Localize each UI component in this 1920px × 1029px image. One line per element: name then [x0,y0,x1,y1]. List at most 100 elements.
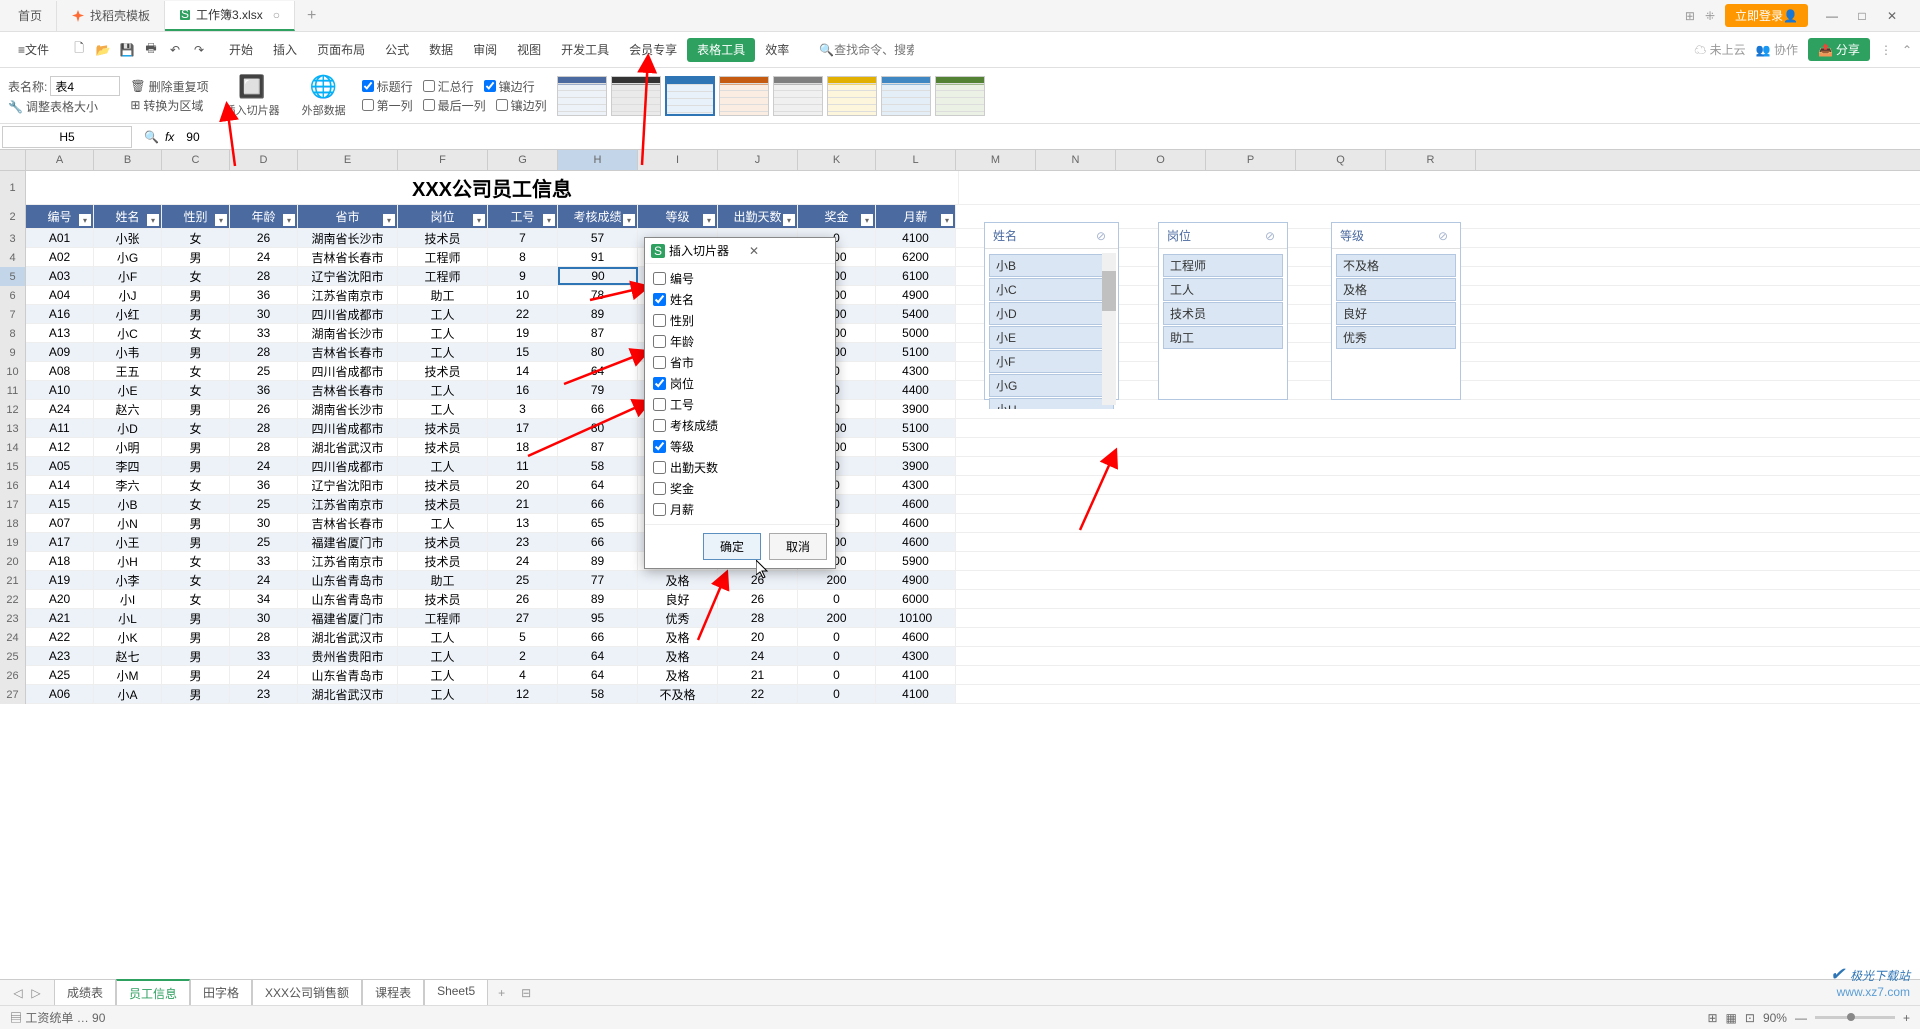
table-cell[interactable]: 女 [162,267,230,285]
slicer-item[interactable]: 小H [989,398,1114,409]
table-cell[interactable]: 福建省厦门市 [298,609,398,627]
coop-button[interactable]: 👥 协作 [1756,41,1798,58]
table-cell[interactable]: 男 [162,438,230,456]
table-cell[interactable]: 湖北省武汉市 [298,438,398,456]
table-cell[interactable]: 58 [558,457,638,475]
tab-add[interactable]: + [488,982,515,1004]
table-cell[interactable]: 17 [488,419,558,437]
slicer-item[interactable]: 优秀 [1336,326,1456,349]
table-header[interactable]: 等级▾ [638,205,718,228]
table-cell[interactable]: 34 [230,590,298,608]
table-cell[interactable]: 工人 [398,457,488,475]
table-cell[interactable]: 2 [488,647,558,665]
table-cell[interactable]: 工人 [398,324,488,342]
slicer-item[interactable]: 不及格 [1336,254,1456,277]
table-cell[interactable]: 工人 [398,647,488,665]
table-cell[interactable]: 4100 [876,666,956,684]
dialog-checkbox-item[interactable]: 岗位 [649,373,831,394]
table-cell[interactable]: 4300 [876,362,956,380]
menu-data[interactable]: 数据 [419,32,463,68]
row-header[interactable]: 23 [0,609,26,628]
table-cell[interactable]: 64 [558,476,638,494]
row-header[interactable]: 15 [0,457,26,476]
clear-filter-icon[interactable]: ⊘ [1438,229,1452,243]
style-preview[interactable] [719,76,769,116]
table-cell[interactable]: 24 [230,666,298,684]
table-cell[interactable]: 工人 [398,343,488,361]
cb-total[interactable]: 汇总行 [423,78,474,95]
row-header[interactable]: 13 [0,419,26,438]
row-header[interactable]: 27 [0,685,26,704]
table-cell[interactable]: 4100 [876,229,956,247]
table-cell[interactable]: 男 [162,666,230,684]
table-cell[interactable]: 10 [488,286,558,304]
table-cell[interactable]: 优秀 [638,609,718,627]
table-cell[interactable]: 19 [488,324,558,342]
table-cell[interactable]: A04 [26,286,94,304]
table-cell[interactable]: A22 [26,628,94,646]
table-cell[interactable]: A20 [26,590,94,608]
slicer-item[interactable]: 小G [989,374,1114,397]
clear-filter-icon[interactable]: ⊘ [1096,229,1110,243]
slicer-item[interactable]: 工人 [1163,278,1283,301]
table-header[interactable]: 编号▾ [26,205,94,228]
table-cell[interactable]: 58 [558,685,638,703]
table-cell[interactable]: 79 [558,381,638,399]
scrollbar[interactable] [1102,253,1116,405]
row-header[interactable]: 5 [0,267,26,286]
table-cell[interactable]: 0 [798,647,876,665]
zoom-in-icon[interactable]: + [1903,1011,1910,1025]
expand-icon[interactable]: ⌃ [1902,43,1912,57]
table-cell[interactable]: 5300 [876,438,956,456]
table-cell[interactable]: 24 [230,571,298,589]
table-cell[interactable]: 四川省成都市 [298,362,398,380]
table-cell[interactable]: 64 [558,647,638,665]
sheet-tab[interactable]: 课程表 [362,979,424,1006]
table-cell[interactable]: 33 [230,647,298,665]
zoom-slider[interactable] [1815,1016,1895,1019]
table-cell[interactable]: 男 [162,457,230,475]
dialog-checkbox-item[interactable]: 省市 [649,352,831,373]
convert-range[interactable]: ⊞ 转换为区域 [130,97,208,114]
table-cell[interactable]: 12 [488,685,558,703]
table-cell[interactable]: 7 [488,229,558,247]
table-cell[interactable]: 200 [798,609,876,627]
menu-formula[interactable]: 公式 [375,32,419,68]
col-header[interactable]: P [1206,150,1296,170]
table-cell[interactable]: 0 [798,628,876,646]
col-header[interactable]: E [298,150,398,170]
dialog-checkbox-item[interactable]: 月薪 [649,499,831,520]
table-cell[interactable]: 25 [230,533,298,551]
table-cell[interactable]: 30 [230,305,298,323]
grid-icon[interactable]: ⊞ [1685,9,1695,23]
row-header[interactable]: 22 [0,590,26,609]
table-cell[interactable]: 28 [230,628,298,646]
table-cell[interactable]: 工人 [398,685,488,703]
open-icon[interactable]: 📂 [93,40,113,60]
table-cell[interactable]: 28 [230,438,298,456]
table-header[interactable]: 性别▾ [162,205,230,228]
table-cell[interactable]: 不及格 [638,685,718,703]
table-cell[interactable]: A09 [26,343,94,361]
table-cell[interactable]: 技术员 [398,438,488,456]
col-header[interactable]: G [488,150,558,170]
table-cell[interactable]: 男 [162,514,230,532]
col-header[interactable]: R [1386,150,1476,170]
tab-template[interactable]: 找稻壳模板 [57,1,165,31]
table-cell[interactable]: 16 [488,381,558,399]
formula-value[interactable]: 90 [180,130,199,144]
table-cell[interactable]: A18 [26,552,94,570]
table-cell[interactable]: 小红 [94,305,162,323]
slicer-panel[interactable]: 岗位⊘工程师工人技术员助工 [1158,222,1288,400]
table-cell[interactable]: A03 [26,267,94,285]
table-cell[interactable]: 33 [230,324,298,342]
table-cell[interactable]: 小N [94,514,162,532]
filter-icon[interactable]: ▾ [215,214,227,226]
table-header[interactable]: 工号▾ [488,205,558,228]
dialog-checkbox-item[interactable]: 年龄 [649,331,831,352]
table-cell[interactable]: 5000 [876,324,956,342]
table-cell[interactable]: 及格 [638,628,718,646]
table-cell[interactable]: 26 [230,229,298,247]
table-cell[interactable]: A06 [26,685,94,703]
row-header[interactable]: 8 [0,324,26,343]
